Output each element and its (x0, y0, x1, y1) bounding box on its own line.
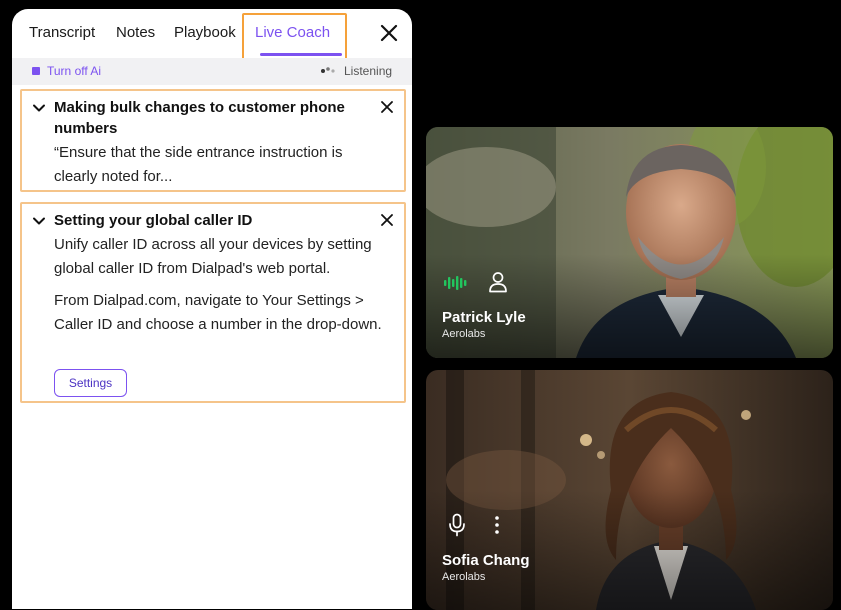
audio-level-icon (444, 276, 467, 290)
settings-button[interactable]: Settings (54, 369, 127, 397)
live-coach-panel: Transcript Notes Playbook Live Coach Tur… (12, 9, 412, 609)
card-body: Unify caller ID across all your devices … (54, 236, 372, 277)
coach-card: Setting your global caller ID Unify call… (20, 202, 406, 403)
close-icon[interactable] (378, 22, 400, 44)
participant-video (426, 370, 833, 610)
participant-company: Aerolabs (442, 571, 486, 583)
stop-icon[interactable] (32, 67, 40, 75)
card-body: “Ensure that the side entrance instructi… (54, 144, 343, 185)
turn-off-ai-link[interactable]: Turn off Ai (47, 64, 101, 78)
ai-status-bar: Turn off Ai Listening (12, 58, 412, 85)
tab-bar: Transcript Notes Playbook Live Coach (12, 9, 412, 60)
card-body: From Dialpad.com, navigate to Your Setti… (54, 292, 382, 333)
tab-playbook[interactable]: Playbook (174, 24, 236, 41)
chevron-down-icon[interactable] (32, 214, 46, 228)
chevron-down-icon[interactable] (32, 101, 46, 115)
close-icon[interactable] (380, 213, 394, 227)
card-title: Setting your global caller ID (54, 212, 253, 229)
card-title: Making bulk changes to customer phone nu… (54, 99, 345, 137)
participant-name: Patrick Lyle (442, 309, 526, 326)
person-icon[interactable] (488, 271, 508, 293)
tab-transcript[interactable]: Transcript (29, 24, 95, 41)
listening-status: Listening (344, 64, 393, 78)
tab-notes[interactable]: Notes (116, 24, 155, 41)
listening-dots-icon (321, 67, 335, 73)
participant-tile[interactable]: Patrick Lyle Aerolabs (426, 127, 833, 358)
participant-name: Sofia Chang (442, 552, 530, 569)
coach-card: Making bulk changes to customer phone nu… (20, 89, 406, 192)
participant-company: Aerolabs (442, 328, 486, 340)
close-icon[interactable] (380, 100, 394, 114)
microphone-icon[interactable] (448, 513, 466, 537)
participant-tile[interactable]: Sofia Chang Aerolabs (426, 370, 833, 610)
tab-highlight-box (242, 13, 347, 60)
more-vertical-icon[interactable] (492, 515, 502, 535)
